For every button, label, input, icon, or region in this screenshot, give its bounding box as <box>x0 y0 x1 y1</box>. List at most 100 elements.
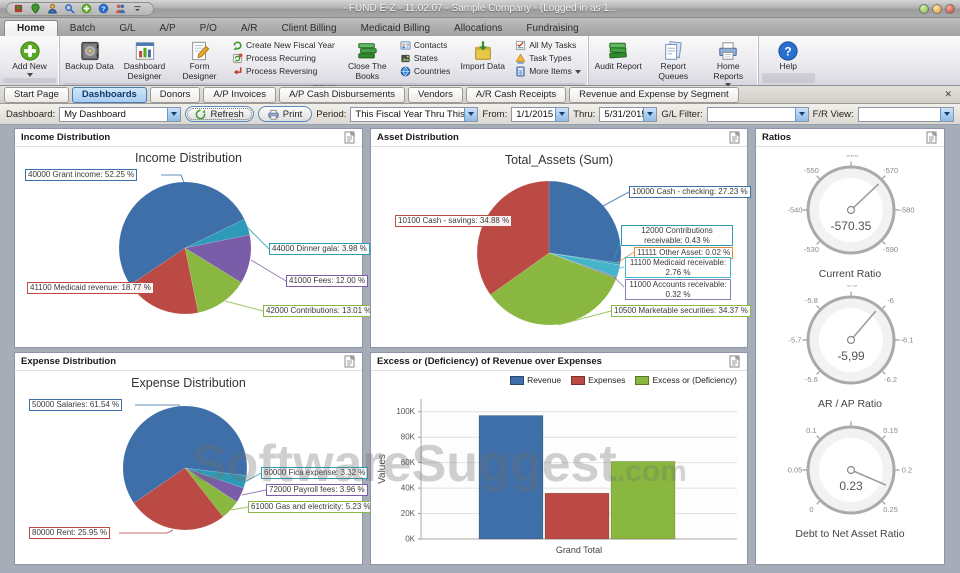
chart-title: Total_Assets (Sum) <box>504 153 614 167</box>
gl-filter-select[interactable] <box>706 106 809 122</box>
ribbon-tab-allocations[interactable]: Allocations <box>442 21 514 36</box>
dashboard-select[interactable]: My Dashboard <box>59 106 182 122</box>
create-new-fiscal-year-button[interactable]: Create New Fiscal Year <box>230 39 337 51</box>
add-new-icon[interactable] <box>81 3 92 14</box>
contacts-button[interactable]: Contacts <box>398 39 452 51</box>
countries-button[interactable]: Countries <box>398 65 452 77</box>
help-icon[interactable]: ? <box>98 3 109 14</box>
pie-slice[interactable] <box>548 180 622 264</box>
fr-view-value <box>859 108 940 121</box>
period-select[interactable]: This Fiscal Year Thru This Month <box>350 106 479 122</box>
backup-data-button[interactable]: Backup Data <box>62 37 117 83</box>
maximize-button[interactable] <box>932 3 942 14</box>
thru-date-field[interactable]: 5/31/2015 <box>599 106 658 122</box>
ribbon-tab-a-r[interactable]: A/R <box>229 21 270 36</box>
chevron-down-icon <box>468 112 475 116</box>
legend-item[interactable]: Excess or (Deficiency) <box>635 375 737 385</box>
doc-tab-a-r-cash-receipts[interactable]: A/R Cash Receipts <box>465 86 567 103</box>
doc-tab-start-page[interactable]: Start Page <box>4 86 69 103</box>
audit-report-button[interactable]: Audit Report <box>591 37 646 88</box>
doc-tab-a-p-invoices[interactable]: A/P Invoices <box>203 86 277 103</box>
bar-chart-legend: Revenue Expenses Excess or (Deficiency) <box>510 375 737 385</box>
from-date-field[interactable]: 1/1/2015 <box>511 106 570 122</box>
add-new-button[interactable]: Add New <box>2 37 57 78</box>
fr-view-label: F/R View: <box>812 108 854 120</box>
backup-icon[interactable] <box>30 3 41 14</box>
audit-report-icon <box>607 40 629 62</box>
export-panel-icon[interactable] <box>344 131 356 144</box>
doc-tab-a-p-cash-disbursements[interactable]: A/P Cash Disbursements <box>279 86 406 103</box>
from-date-dropdown[interactable] <box>555 107 569 121</box>
add-new-icon <box>19 40 41 62</box>
search-icon[interactable] <box>64 3 75 14</box>
app-icon[interactable] <box>13 3 24 14</box>
import-data-button[interactable]: Import Data <box>455 37 510 83</box>
import-data-icon <box>472 40 494 62</box>
more-items-button[interactable]: More Items <box>513 65 583 77</box>
callout-line <box>241 489 267 496</box>
panel-header: Excess or (Deficiency) of Revenue over E… <box>371 353 747 371</box>
close-the-books-button[interactable]: Close The Books <box>340 37 395 83</box>
legend-item[interactable]: Expenses <box>571 375 625 385</box>
ribbon-tab-a-p[interactable]: A/P <box>148 21 188 36</box>
button-label: Process Recurring <box>246 53 316 63</box>
ribbon-tab-medicaid-billing[interactable]: Medicaid Billing <box>349 21 442 36</box>
doc-tab-vendors[interactable]: Vendors <box>408 86 463 103</box>
export-panel-icon[interactable] <box>344 355 356 368</box>
asset-distribution-panel: Asset Distribution Total_Assets (Sum) 10… <box>370 128 751 348</box>
toolbar-options-icon[interactable] <box>132 3 143 14</box>
button-label: Audit Report <box>594 61 642 71</box>
ribbon-tab-client-billing[interactable]: Client Billing <box>270 21 349 36</box>
export-panel-icon[interactable] <box>926 131 938 144</box>
chevron-down-icon <box>798 112 805 116</box>
ribbon-tab-g-l[interactable]: G/L <box>107 21 147 36</box>
pie-label: 44000 Dinner gala: 3.98 % <box>269 243 370 255</box>
dashboard-select-dropdown[interactable] <box>167 107 181 121</box>
fr-view-select[interactable] <box>857 106 954 122</box>
pie-label: 50000 Salaries: 61.54 % <box>29 399 123 411</box>
fr-view-dropdown[interactable] <box>940 107 953 121</box>
excess-revenue-panel: Excess or (Deficiency) of Revenue over E… <box>370 352 748 565</box>
doc-tab-donors[interactable]: Donors <box>149 86 201 103</box>
ribbon-tab-home[interactable]: Home <box>4 20 58 36</box>
refresh-button[interactable]: Refresh <box>185 106 254 122</box>
dashboard-designer-button[interactable]: Dashboard Designer <box>117 37 172 83</box>
task-types-button[interactable]: Task Types <box>513 52 583 64</box>
process-reversing-button[interactable]: Process Reversing <box>230 65 337 77</box>
gauge-tick-label: 0 <box>809 505 813 514</box>
ribbon-tab-batch[interactable]: Batch <box>58 21 108 36</box>
users-icon[interactable] <box>115 3 126 14</box>
x-axis-label: Grand Total <box>556 545 602 555</box>
legend-item[interactable]: Revenue <box>510 375 561 385</box>
help-button[interactable]: ? Help <box>761 37 816 73</box>
home-reports-button[interactable]: Home Reports <box>701 37 756 88</box>
minimize-button[interactable] <box>919 3 929 14</box>
bar-revenue[interactable] <box>478 415 544 540</box>
process-recurring-button[interactable]: Process Recurring <box>230 52 337 64</box>
all-my-tasks-button[interactable]: All My Tasks <box>513 39 583 51</box>
gl-filter-dropdown[interactable] <box>794 107 808 121</box>
print-button[interactable]: Print <box>257 106 313 122</box>
pie-label: 41100 Medicaid revenue: 18.77 % <box>27 282 154 294</box>
ribbon-tab-fundraising[interactable]: Fundraising <box>514 21 590 36</box>
period-select-dropdown[interactable] <box>464 107 478 121</box>
ribbon-tab-p-o[interactable]: P/O <box>188 21 229 36</box>
thru-date-dropdown[interactable] <box>643 107 657 121</box>
panel-title: Asset Distribution <box>377 132 459 143</box>
report-queues-button[interactable]: Report Queues <box>646 37 701 88</box>
user-icon[interactable] <box>47 3 58 14</box>
period-select-value: This Fiscal Year Thru This Month <box>355 108 465 120</box>
callout-line <box>250 259 287 282</box>
doc-tab-dashboards[interactable]: Dashboards <box>71 86 147 103</box>
form-designer-button[interactable]: Form Designer <box>172 37 227 83</box>
export-panel-icon[interactable] <box>729 355 741 368</box>
bar-excess-or-deficiency-[interactable] <box>610 461 676 540</box>
states-button[interactable]: States <box>398 52 452 64</box>
export-panel-icon[interactable] <box>729 131 741 144</box>
bar-expenses[interactable] <box>544 492 610 540</box>
button-label: Add New <box>12 61 47 71</box>
doc-tab-revenue-and-expense-by-segment[interactable]: Revenue and Expense by Segment <box>569 86 739 103</box>
gauge-tick-label: -530 <box>804 245 819 254</box>
close-tab-icon[interactable]: ✕ <box>940 89 956 100</box>
close-button[interactable] <box>945 3 955 14</box>
